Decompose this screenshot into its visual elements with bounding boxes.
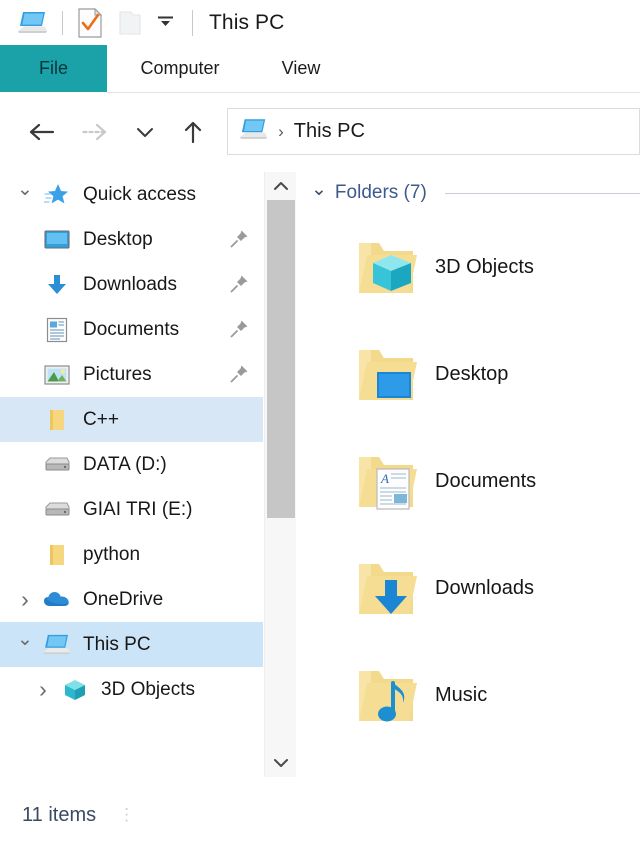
group-header-label: Folders (7) xyxy=(334,182,427,203)
ribbon-tabs: File Computer View xyxy=(0,45,640,92)
chevron-down-icon[interactable] xyxy=(8,633,42,656)
sidebar-item-pictures[interactable]: Pictures xyxy=(0,352,263,397)
downloads-icon xyxy=(42,273,72,297)
folder-music-icon xyxy=(349,659,425,733)
pin-icon[interactable] xyxy=(229,364,249,389)
folder-icon xyxy=(42,408,72,432)
window-title: This PC xyxy=(209,10,285,34)
this-pc-icon xyxy=(42,634,72,656)
sidebar-item-giai-tri-e[interactable]: GIAI TRI (E:) xyxy=(0,487,263,532)
sidebar-item-label: python xyxy=(83,543,141,565)
new-folder-icon xyxy=(117,9,143,37)
file-item-3d-objects[interactable]: 3D Objects xyxy=(297,214,640,321)
star-icon xyxy=(42,183,72,207)
sidebar-item-label: This PC xyxy=(83,633,151,655)
breadcrumb-separator[interactable]: › xyxy=(278,122,284,142)
navigation-bar: › This PC xyxy=(0,93,640,170)
chevron-down-icon[interactable] xyxy=(157,15,174,30)
drive-icon xyxy=(42,501,72,519)
chevron-down-icon[interactable]: ⌄ xyxy=(311,178,327,201)
sidebar-item-this-pc[interactable]: This PC xyxy=(0,622,263,667)
chevron-right-icon[interactable] xyxy=(26,676,60,703)
folder-icon xyxy=(42,543,72,567)
folder-downloads-icon xyxy=(349,552,425,626)
tab-computer[interactable]: Computer xyxy=(121,45,239,92)
file-item-label: 3D Objects xyxy=(435,256,534,278)
tab-file[interactable]: File xyxy=(0,45,107,92)
folder-desktop-icon xyxy=(349,338,425,412)
group-header-folders[interactable]: ⌄ Folders (7) xyxy=(297,172,640,214)
sidebar-item-label: Documents xyxy=(83,318,180,340)
up-button[interactable] xyxy=(173,111,213,153)
file-item-desktop[interactable]: Desktop xyxy=(297,321,640,428)
sidebar-item-3d-objects[interactable]: 3D Objects xyxy=(0,667,263,712)
this-pc-icon xyxy=(240,118,268,146)
breadcrumb-this-pc[interactable]: This PC xyxy=(294,120,365,143)
pin-icon[interactable] xyxy=(229,319,249,344)
address-bar[interactable]: › This PC xyxy=(227,108,640,155)
file-item-downloads[interactable]: Downloads xyxy=(297,535,640,642)
status-bar: 11 items ⋮ xyxy=(0,777,640,853)
pin-icon[interactable] xyxy=(229,274,249,299)
cube-icon xyxy=(60,678,90,702)
sidebar-item-label: 3D Objects xyxy=(101,678,195,700)
sidebar-item-label: Downloads xyxy=(83,273,177,295)
sidebar-item-label: Desktop xyxy=(83,228,153,250)
file-item-label: Music xyxy=(435,684,488,706)
file-item-label: Downloads xyxy=(435,577,534,599)
navigation-pane: Quick access Desktop xyxy=(0,172,263,777)
file-list-pane: ⌄ Folders (7) 3D Objects Desktop A Docum… xyxy=(297,172,640,777)
sidebar-item-documents[interactable]: Documents xyxy=(0,307,263,352)
sidebar-item-downloads[interactable]: Downloads xyxy=(0,262,263,307)
documents-icon xyxy=(42,317,72,343)
tab-view[interactable]: View xyxy=(261,45,341,92)
cloud-icon xyxy=(42,590,72,610)
chevron-down-icon[interactable] xyxy=(265,749,297,777)
this-pc-icon[interactable] xyxy=(18,11,48,35)
chevron-up-icon[interactable] xyxy=(265,172,297,200)
sidebar-item-label: OneDrive xyxy=(83,588,164,610)
folder-documents-icon: A xyxy=(349,445,425,519)
sidebar-item-label: C++ xyxy=(83,408,119,430)
status-separator: ⋮ xyxy=(118,805,138,824)
sidebar-item-label: DATA (D:) xyxy=(83,453,167,475)
chevron-down-icon[interactable] xyxy=(8,183,42,206)
back-button[interactable] xyxy=(22,111,62,153)
toolbar-separator xyxy=(62,10,63,35)
file-item-music[interactable]: Music xyxy=(297,642,640,749)
forward-button xyxy=(74,111,114,153)
item-count-label: 11 items xyxy=(22,803,97,826)
sidebar-item-label: Pictures xyxy=(83,363,152,385)
sidebar-item-desktop[interactable]: Desktop xyxy=(0,217,263,262)
desktop-icon xyxy=(42,229,72,251)
sidebar-item-data-d[interactable]: DATA (D:) xyxy=(0,442,263,487)
folder-3d-objects-icon xyxy=(349,231,425,305)
sidebar-item-label: GIAI TRI (E:) xyxy=(83,498,193,520)
navigation-pane-scrollbar[interactable] xyxy=(264,172,296,777)
drive-icon xyxy=(42,456,72,474)
pictures-icon xyxy=(42,364,72,386)
sidebar-item-quick-access[interactable]: Quick access xyxy=(0,172,263,217)
sidebar-item-onedrive[interactable]: OneDrive xyxy=(0,577,263,622)
sidebar-item-python[interactable]: python xyxy=(0,532,263,577)
recent-locations-button[interactable] xyxy=(125,111,165,153)
title-bar: This PC xyxy=(0,0,640,45)
file-explorer-window: This PC File Computer View › This PC ⌄ Q… xyxy=(0,0,640,853)
svg-text:A: A xyxy=(380,471,389,486)
chevron-right-icon[interactable] xyxy=(8,586,42,613)
file-item-label: Documents xyxy=(435,470,537,492)
properties-checkmark-icon[interactable] xyxy=(77,7,103,38)
sidebar-item-cpp[interactable]: C++ xyxy=(0,397,263,442)
title-separator xyxy=(192,9,193,36)
sidebar-item-label: Quick access xyxy=(83,183,196,205)
pin-icon[interactable] xyxy=(229,229,249,254)
file-item-label: Desktop xyxy=(435,363,509,385)
group-header-divider xyxy=(444,192,640,194)
file-item-documents[interactable]: A Documents xyxy=(297,428,640,535)
scrollbar-thumb[interactable] xyxy=(267,200,295,518)
